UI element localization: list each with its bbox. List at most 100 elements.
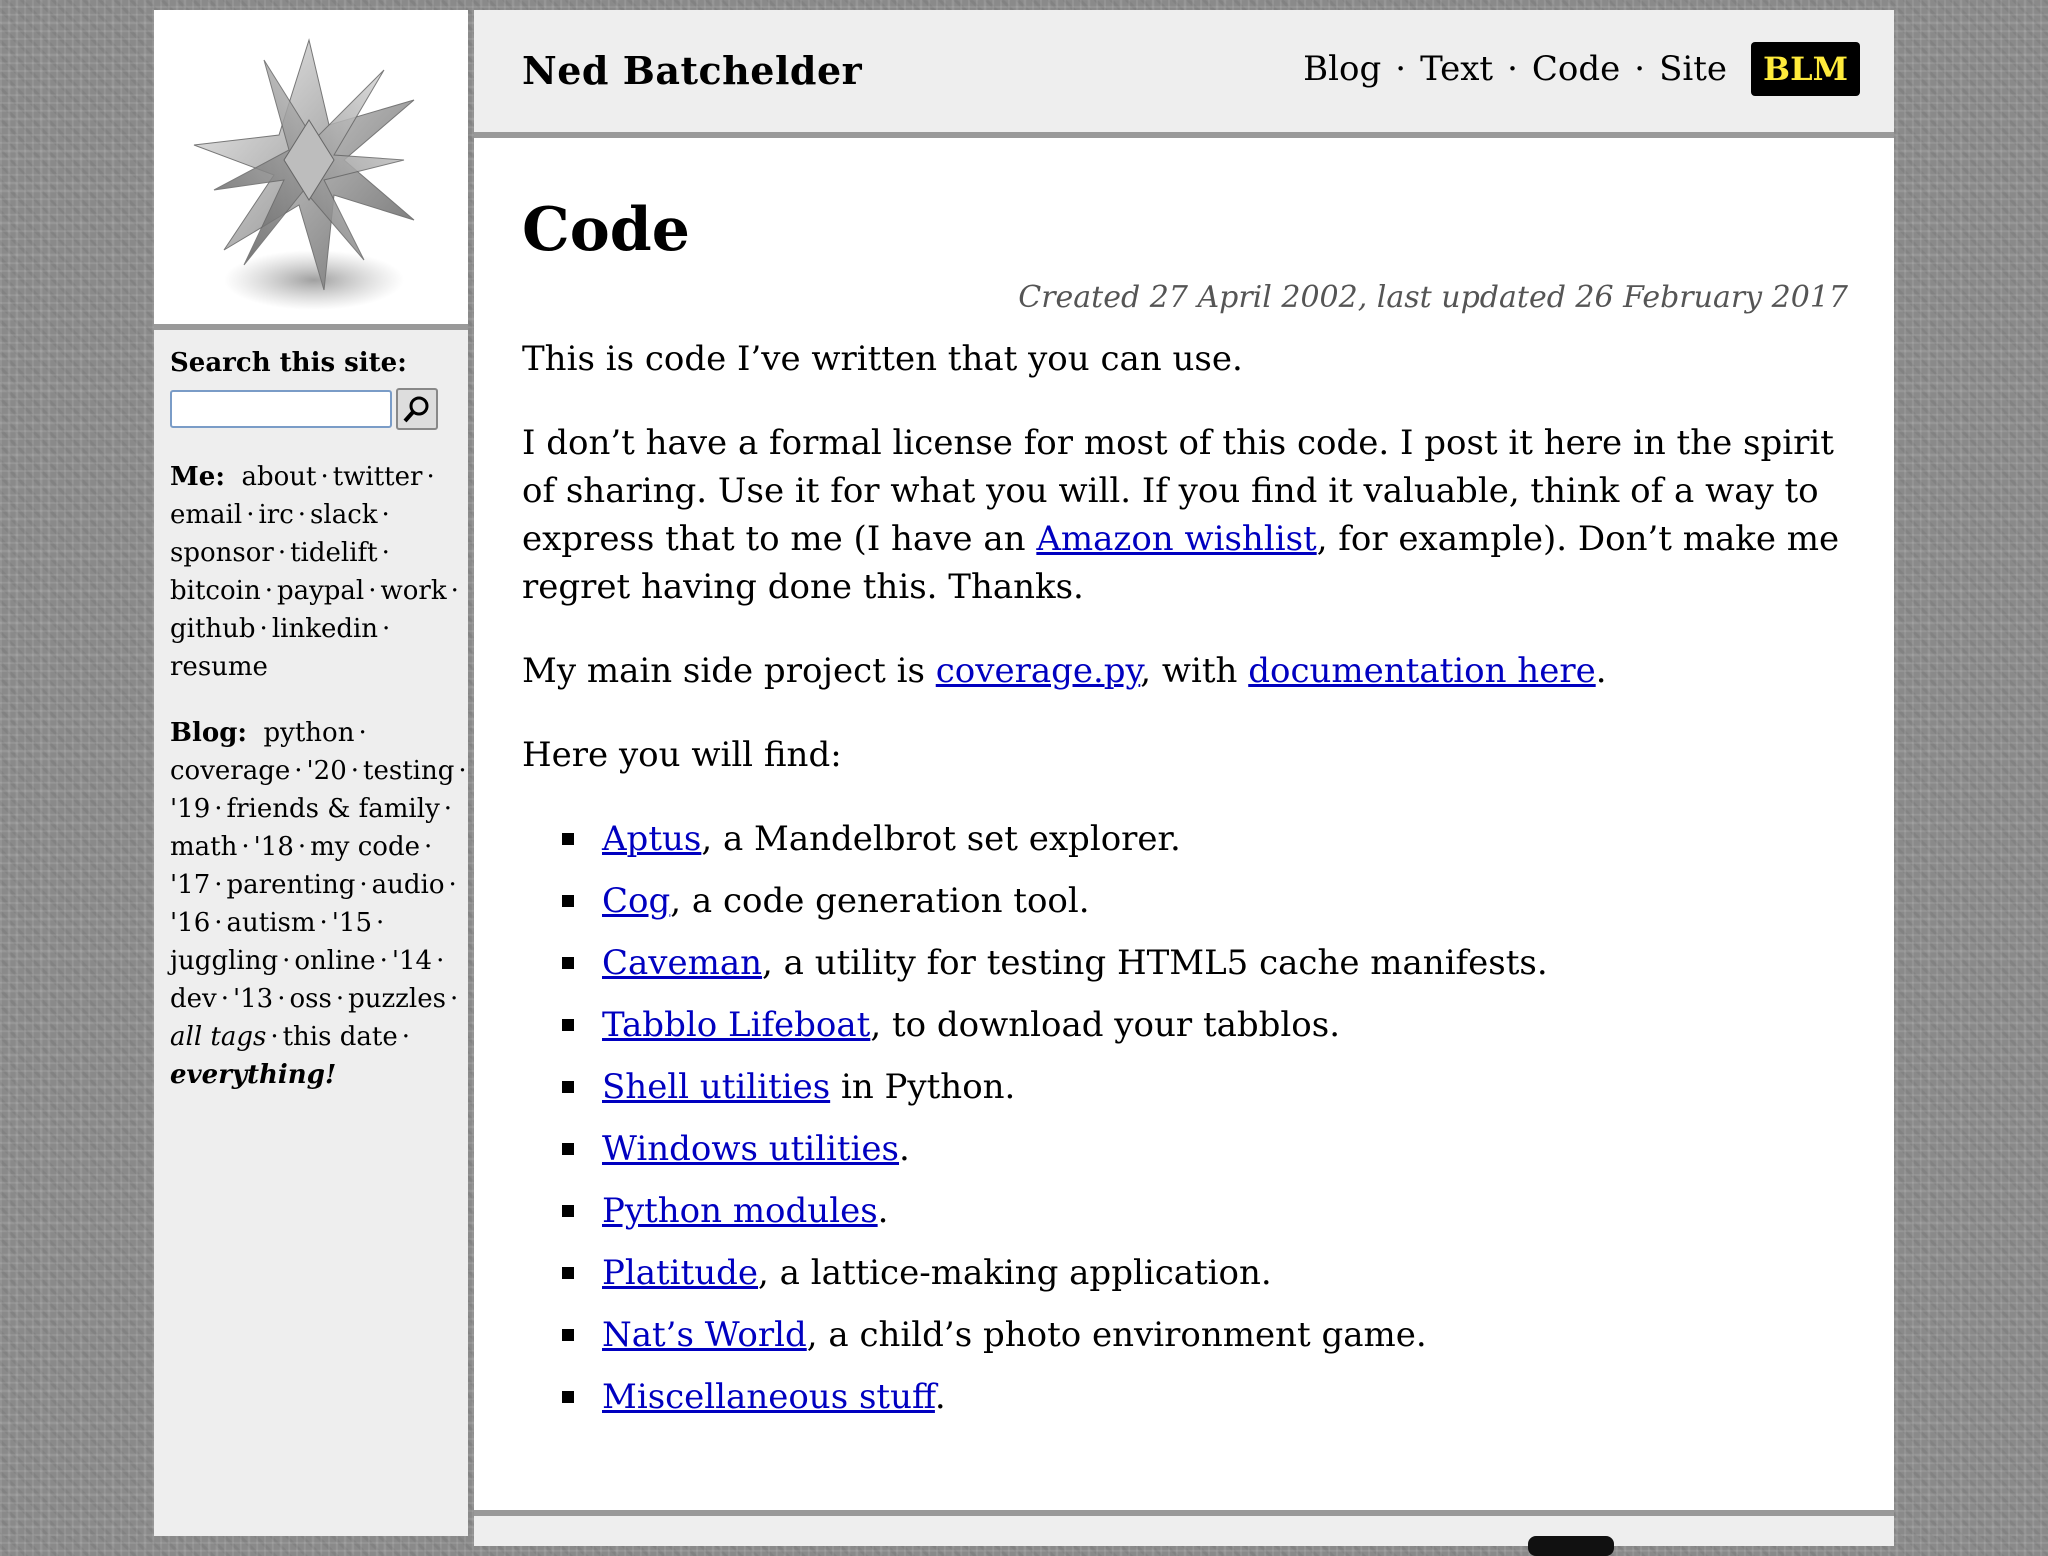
- project-link-nats-world[interactable]: Nat’s World: [602, 1315, 807, 1355]
- project-link-miscellaneous[interactable]: Miscellaneous stuff: [602, 1377, 935, 1417]
- bullet-icon: [562, 1329, 574, 1341]
- find-paragraph: Here you will find:: [522, 735, 842, 775]
- project-link-shell-utilities[interactable]: Shell utilities: [602, 1067, 830, 1107]
- article: Code Created 27 April 2002, last updated…: [522, 194, 1848, 1435]
- project-desc: , a code generation tool.: [670, 881, 1090, 921]
- project-link-tabblo-lifeboat[interactable]: Tabblo Lifeboat: [602, 1005, 870, 1045]
- project-link-platitude[interactable]: Platitude: [602, 1253, 758, 1293]
- project-desc: in Python.: [830, 1067, 1016, 1107]
- coverage-link[interactable]: coverage.py: [936, 651, 1141, 691]
- me-link-twitter[interactable]: twitter: [333, 462, 423, 492]
- blog-year-17[interactable]: '17: [170, 870, 210, 900]
- me-label: Me:: [170, 462, 225, 492]
- blog-tag-audio[interactable]: audio: [372, 870, 445, 900]
- intro-paragraph: This is code I’ve written that you can u…: [522, 339, 1243, 379]
- blog-tag-juggling[interactable]: juggling: [170, 946, 278, 976]
- me-link-tidelift[interactable]: tidelift: [290, 538, 378, 568]
- blog-year-20[interactable]: '20: [307, 756, 347, 786]
- site-name[interactable]: Ned Batchelder: [522, 48, 862, 93]
- license-paragraph: I don’t have a formal license for most o…: [522, 419, 1848, 611]
- blog-year-15[interactable]: '15: [332, 908, 372, 938]
- project-list: Aptus, a Mandelbrot set explorer. Cog, a…: [562, 815, 1848, 1421]
- me-link-about[interactable]: about: [241, 462, 316, 492]
- project-desc: , a Mandelbrot set explorer.: [701, 819, 1181, 859]
- bullet-icon: [562, 1019, 574, 1031]
- me-link-work[interactable]: work: [381, 576, 447, 606]
- page-title: Code: [522, 195, 690, 265]
- nav-site[interactable]: Site: [1659, 49, 1727, 89]
- blog-tag-friends-family[interactable]: friends & family: [227, 794, 440, 824]
- blog-everything[interactable]: everything!: [170, 1060, 336, 1090]
- project-link-windows-utilities[interactable]: Windows utilities: [602, 1129, 899, 1169]
- blog-all-tags[interactable]: all tags: [170, 1022, 266, 1052]
- me-link-github[interactable]: github: [170, 614, 256, 644]
- list-item: Python modules.: [562, 1187, 1848, 1235]
- blog-year-19[interactable]: '19: [170, 794, 210, 824]
- blog-this-date[interactable]: this date: [283, 1022, 398, 1052]
- blog-tag-math[interactable]: math: [170, 832, 237, 862]
- me-link-linkedin[interactable]: linkedin: [272, 614, 378, 644]
- me-link-slack[interactable]: slack: [310, 500, 377, 530]
- nav-blog[interactable]: Blog: [1303, 49, 1381, 89]
- blog-tag-python[interactable]: python: [264, 718, 355, 748]
- me-links: Me: about · twitter · email · irc · slack · spon…: [170, 462, 459, 682]
- page: Search this site: Me: about · twitter · ema…: [154, 10, 1894, 1556]
- blog-year-16[interactable]: '16: [170, 908, 210, 938]
- search-button[interactable]: [396, 388, 438, 430]
- header: Ned Batchelder Blog · Text · Code · Site…: [474, 10, 1894, 138]
- list-item: Caveman, a utility for testing HTML5 cac…: [562, 939, 1848, 987]
- main-content: Code Created 27 April 2002, last updated…: [474, 138, 1894, 1516]
- blog-links: Blog: python · coverage · '20 · testing · '19 ·…: [170, 718, 467, 1090]
- project-link-cog[interactable]: Cog: [602, 881, 670, 921]
- star-logo-icon: [193, 38, 415, 310]
- side-project-text-c: .: [1595, 651, 1607, 691]
- bullet-icon: [562, 1391, 574, 1403]
- nav-separator: ·: [1507, 49, 1518, 89]
- blog-tag-coverage[interactable]: coverage: [170, 756, 290, 786]
- blog-tag-oss[interactable]: oss: [289, 984, 331, 1014]
- me-link-resume[interactable]: resume: [170, 652, 268, 682]
- project-desc: , a lattice-making application.: [758, 1253, 1272, 1293]
- top-nav: Blog · Text · Code · Site BLM: [1303, 42, 1860, 96]
- project-link-caveman[interactable]: Caveman: [602, 943, 762, 983]
- project-desc: , to download your tabblos.: [870, 1005, 1341, 1045]
- search-input[interactable]: [170, 390, 392, 428]
- project-link-python-modules[interactable]: Python modules: [602, 1191, 878, 1231]
- list-item: Cog, a code generation tool.: [562, 877, 1848, 925]
- blog-year-13[interactable]: '13: [233, 984, 273, 1014]
- search-title: Search this site:: [170, 348, 407, 378]
- me-link-sponsor[interactable]: sponsor: [170, 538, 274, 568]
- project-link-aptus[interactable]: Aptus: [602, 819, 701, 859]
- blog-tag-testing[interactable]: testing: [363, 756, 454, 786]
- blog-tag-autism[interactable]: autism: [227, 908, 316, 938]
- bullet-icon: [562, 1267, 574, 1279]
- amazon-wishlist-link[interactable]: Amazon wishlist: [1036, 519, 1316, 559]
- search-form: [170, 386, 460, 432]
- footer-badge: [1528, 1536, 1614, 1556]
- me-link-bitcoin[interactable]: bitcoin: [170, 576, 261, 606]
- blog-tag-puzzles[interactable]: puzzles: [348, 984, 446, 1014]
- blog-tag-my-code[interactable]: my code: [310, 832, 420, 862]
- documentation-link[interactable]: documentation here: [1248, 651, 1595, 691]
- me-link-paypal[interactable]: paypal: [277, 576, 364, 606]
- blog-year-18[interactable]: '18: [254, 832, 294, 862]
- bullet-icon: [562, 957, 574, 969]
- blog-tag-online[interactable]: online: [294, 946, 375, 976]
- blm-badge[interactable]: BLM: [1751, 42, 1860, 96]
- me-link-irc[interactable]: irc: [258, 500, 293, 530]
- blog-year-14[interactable]: '14: [392, 946, 432, 976]
- nav-separator: ·: [1634, 49, 1646, 89]
- blog-label: Blog:: [170, 718, 247, 748]
- me-link-email[interactable]: email: [170, 500, 242, 530]
- nav-text[interactable]: Text: [1420, 49, 1493, 89]
- project-desc: , a child’s photo environment game.: [806, 1315, 1427, 1355]
- list-item: Tabblo Lifeboat, to download your tabblo…: [562, 1001, 1848, 1049]
- project-desc: .: [934, 1377, 946, 1417]
- blog-tag-dev[interactable]: dev: [170, 984, 217, 1014]
- list-item: Nat’s World, a child’s photo environment…: [562, 1311, 1848, 1359]
- blog-tag-parenting[interactable]: parenting: [227, 870, 356, 900]
- site-logo[interactable]: [154, 10, 468, 330]
- side-project-text-a: My main side project is: [522, 651, 936, 691]
- project-desc: .: [877, 1191, 889, 1231]
- nav-code[interactable]: Code: [1532, 49, 1620, 89]
